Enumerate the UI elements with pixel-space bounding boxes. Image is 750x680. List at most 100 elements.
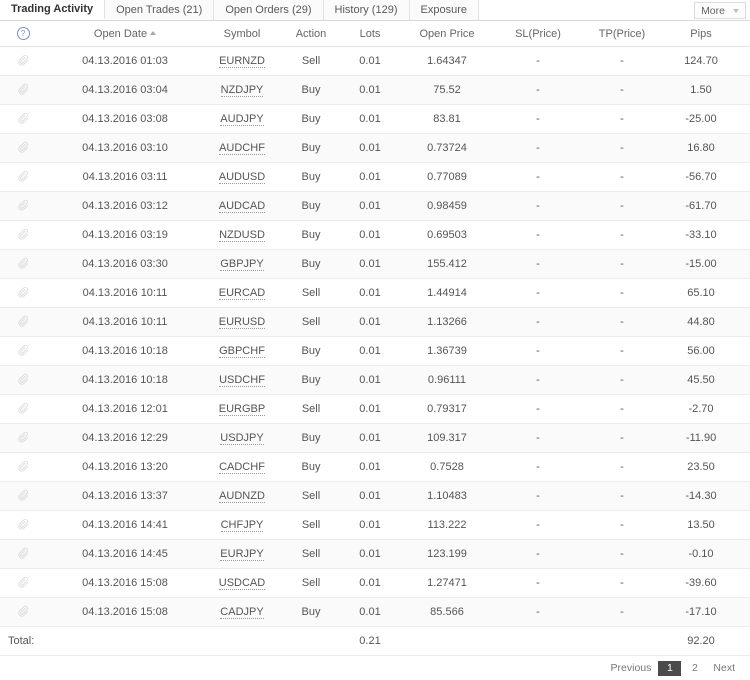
symbol-link[interactable]: USDCAD — [218, 577, 266, 590]
attachment-icon[interactable] — [17, 576, 29, 591]
attachment-icon[interactable] — [17, 373, 29, 388]
cell-net-profit: 4.71 — [738, 365, 750, 395]
symbol-link[interactable]: CADCHF — [219, 461, 265, 474]
cell-open-date: 04.13.2016 10:18 — [46, 365, 204, 395]
table-row[interactable]: 04.13.2016 15:08 USDCAD Sell 0.01 1.27471- - -… — [0, 568, 750, 598]
table-row[interactable]: 04.13.2016 13:20 CADCHF Buy 0.01 0.7528- -23.… — [0, 452, 750, 482]
cell-tp-price: - — [580, 220, 664, 250]
pagination-page-1[interactable]: 1 — [658, 660, 682, 676]
table-row[interactable]: 04.13.2016 13:37 AUDNZD Sell 0.01 1.10483- - -… — [0, 481, 750, 511]
attachment-icon[interactable] — [17, 83, 29, 98]
symbol-link[interactable]: USDJPY — [220, 432, 264, 445]
cell-net-profit: -1.57 — [738, 597, 750, 627]
header-tp-price[interactable]: TP(Price) — [580, 21, 664, 47]
cell-action: Buy — [280, 75, 342, 105]
table-row[interactable]: 04.13.2016 10:18 GBPCHF Buy 0.01 1.36739- -56… — [0, 336, 750, 366]
table-row[interactable]: 04.13.2016 15:08 CADJPY Buy 0.01 85.566- - -17… — [0, 597, 750, 627]
symbol-link[interactable]: CHFJPY — [220, 519, 264, 532]
symbol-link[interactable]: AUDUSD — [218, 171, 266, 184]
cell-sl-price: - — [496, 191, 580, 221]
tab-open-orders[interactable]: Open Orders (29) — [214, 0, 324, 20]
header-open-date[interactable]: Open Date — [46, 21, 204, 47]
attachment-icon[interactable] — [17, 605, 29, 620]
header-net-profit[interactable]: Net Profit — [738, 21, 750, 47]
totals-open-price-blank — [398, 626, 496, 656]
attachment-icon[interactable] — [17, 54, 29, 69]
header-sl-price[interactable]: SL(Price) — [496, 21, 580, 47]
symbol-link[interactable]: GBPCHF — [219, 345, 265, 358]
header-symbol[interactable]: Symbol — [204, 21, 280, 47]
cell-tp-price: - — [580, 394, 664, 424]
table-row[interactable]: 04.13.2016 10:18 USDCHF Buy 0.01 0.96111- -45… — [0, 365, 750, 395]
attachment-icon[interactable] — [17, 286, 29, 301]
symbol-link[interactable]: CADJPY — [220, 606, 264, 619]
table-row[interactable]: 04.13.2016 10:11 EURUSD Sell 0.01 1.13266- -4… — [0, 307, 750, 337]
cell-open-price: 83.81 — [398, 104, 496, 134]
table-row[interactable]: 04.13.2016 03:04 NZDJPY Buy 0.01 75.52- -1.50… — [0, 75, 750, 105]
symbol-link[interactable]: AUDJPY — [220, 113, 264, 126]
pagination-next[interactable]: Next — [708, 661, 740, 676]
symbol-link[interactable]: GBPJPY — [220, 258, 264, 271]
table-row[interactable]: 04.13.2016 03:10 AUDCHF Buy 0.01 0.73724- -16… — [0, 133, 750, 163]
header-open-price[interactable]: Open Price — [398, 21, 496, 47]
table-row[interactable]: 04.13.2016 03:19 NZDUSD Buy 0.01 0.69503- - -3… — [0, 220, 750, 250]
table-row[interactable]: 04.13.2016 12:29 USDJPY Buy 0.01 109.317- - -1… — [0, 423, 750, 453]
tab-trading-activity[interactable]: Trading Activity — [0, 0, 106, 20]
cell-lots: 0.01 — [342, 220, 398, 250]
symbol-link[interactable]: AUDCHF — [219, 142, 265, 155]
attachment-icon[interactable] — [17, 170, 29, 185]
totals-label: Total: — [0, 626, 204, 656]
symbol-link[interactable]: EURGBP — [218, 403, 266, 416]
attachment-icon[interactable] — [17, 489, 29, 504]
attachment-icon[interactable] — [17, 257, 29, 272]
attachment-icon[interactable] — [17, 460, 29, 475]
symbol-link[interactable]: USDCHF — [219, 374, 265, 387]
table-row[interactable]: 04.13.2016 03:30 GBPJPY Buy 0.01 155.412- - -1… — [0, 249, 750, 279]
attachment-icon[interactable] — [17, 344, 29, 359]
cell-sl-price: - — [496, 104, 580, 134]
table-row[interactable]: 04.13.2016 14:41 CHFJPY Sell 0.01 113.222- -1… — [0, 510, 750, 540]
attachment-icon[interactable] — [17, 431, 29, 446]
cell-action: Buy — [280, 597, 342, 627]
table-row[interactable]: 04.13.2016 10:11 EURCAD Sell 0.01 1.44914- -6… — [0, 278, 750, 308]
cell-action: Sell — [280, 278, 342, 308]
table-row[interactable]: 04.13.2016 01:03 EURNZD Sell 0.01 1.64347- -1… — [0, 46, 750, 76]
cell-net-profit: 1.74 — [738, 133, 750, 163]
tab-exposure[interactable]: Exposure — [409, 0, 479, 20]
cell-action: Sell — [280, 539, 342, 569]
cell-net-profit: 0.00 — [738, 539, 750, 569]
cell-open-price: 0.98459 — [398, 191, 496, 221]
more-button[interactable]: More — [694, 2, 746, 19]
table-row[interactable]: 04.13.2016 03:08 AUDJPY Buy 0.01 83.81- - -25.… — [0, 104, 750, 134]
header-pips[interactable]: Pips — [664, 21, 738, 47]
pagination-previous[interactable]: Previous — [606, 661, 657, 676]
attachment-icon[interactable] — [17, 141, 29, 156]
symbol-link[interactable]: EURJPY — [220, 548, 264, 561]
help-icon-left[interactable]: ? — [16, 27, 30, 40]
header-action[interactable]: Action — [280, 21, 342, 47]
cell-tp-price: - — [580, 191, 664, 221]
symbol-link[interactable]: NZDJPY — [220, 84, 264, 97]
attachment-icon[interactable] — [17, 199, 29, 214]
attachment-icon[interactable] — [17, 112, 29, 127]
table-row[interactable]: 04.13.2016 03:12 AUDCAD Buy 0.01 0.98459- - -6… — [0, 191, 750, 221]
tab-open-trades[interactable]: Open Trades (21) — [105, 0, 215, 20]
pagination-page-2[interactable]: 2 — [683, 661, 706, 676]
symbol-link[interactable]: NZDUSD — [219, 229, 265, 242]
header-lots[interactable]: Lots — [342, 21, 398, 47]
symbol-link[interactable]: AUDCAD — [218, 200, 266, 213]
symbol-link[interactable]: AUDNZD — [219, 490, 265, 503]
attachment-icon[interactable] — [17, 547, 29, 562]
attachment-icon[interactable] — [17, 518, 29, 533]
cell-action: Buy — [280, 365, 342, 395]
table-row[interactable]: 04.13.2016 12:01 EURGBP Sell 0.01 0.79317- - -… — [0, 394, 750, 424]
attachment-icon[interactable] — [17, 402, 29, 417]
table-row[interactable]: 04.13.2016 03:11 AUDUSD Buy 0.01 0.77089- - -5… — [0, 162, 750, 192]
symbol-link[interactable]: EURCAD — [218, 287, 266, 300]
symbol-link[interactable]: EURUSD — [218, 316, 266, 329]
attachment-icon[interactable] — [17, 315, 29, 330]
tab-history[interactable]: History (129) — [323, 0, 410, 20]
attachment-icon[interactable] — [17, 228, 29, 243]
symbol-link[interactable]: EURNZD — [219, 55, 265, 68]
table-row[interactable]: 04.13.2016 14:45 EURJPY Sell 0.01 123.199- - -… — [0, 539, 750, 569]
